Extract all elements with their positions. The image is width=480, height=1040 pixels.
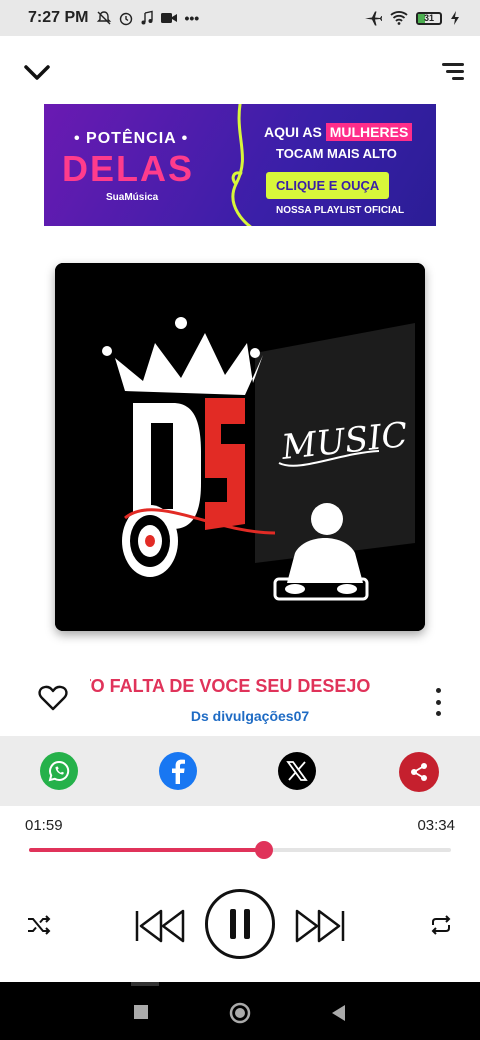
- logo-letter-s: [205, 398, 245, 530]
- wifi-icon: [390, 11, 408, 25]
- banner-delas: DELAS: [62, 148, 195, 189]
- back-button[interactable]: [330, 1004, 346, 1022]
- sort-lines-icon: [442, 62, 464, 66]
- more-vert-icon: [435, 688, 441, 693]
- promo-banner[interactable]: • POTÊNCIA • DELAS SuaMúsica AQUI AS MUL…: [44, 104, 436, 226]
- facebook-icon: [172, 759, 185, 784]
- airplane-icon: [365, 11, 382, 26]
- share-more-button[interactable]: [399, 752, 439, 792]
- more-options-button[interactable]: [428, 688, 448, 716]
- share-icon: [411, 763, 427, 781]
- status-notification-icons: •••: [96, 10, 199, 26]
- status-right: 31: [364, 10, 460, 26]
- status-bar: 7:27 PM ••• 31: [0, 0, 480, 36]
- nav-indicator: [131, 982, 159, 986]
- track-info: TO FALTA DE VOCE SEU DESEJO Ds divulgaçõ…: [0, 664, 480, 736]
- muted-notifications-icon: [97, 11, 112, 25]
- battery-icon: 31: [416, 11, 442, 25]
- track-artist-link[interactable]: Ds divulgações07: [90, 708, 410, 724]
- status-time: 7:27 PM: [28, 9, 89, 26]
- seek-bar-thumb[interactable]: [254, 841, 273, 859]
- pause-icon: [230, 909, 250, 939]
- album-artwork: MUSIC: [55, 263, 425, 631]
- seek-bar-progress: [29, 848, 264, 852]
- x-logo-icon: [286, 761, 308, 781]
- banner-headline: AQUI AS MULHERES: [264, 123, 413, 141]
- banner-headline-prefix: AQUI AS: [264, 124, 322, 140]
- share-x-button[interactable]: [278, 752, 316, 790]
- elapsed-time: 01:59: [25, 817, 63, 834]
- chevron-down-icon: [24, 65, 50, 80]
- music-note-icon: [141, 10, 154, 25]
- banner-cta-button[interactable]: CLIQUE E OUÇA: [266, 172, 390, 199]
- track-title-text: TO FALTA DE VOCE SEU DESEJO: [90, 676, 371, 696]
- alarm-icon: [120, 12, 133, 26]
- banner-brand: SuaMúsica: [106, 192, 159, 203]
- system-nav-bar: [0, 982, 480, 1040]
- queue-button[interactable]: [434, 56, 464, 86]
- previous-icon: [135, 909, 185, 943]
- album-artwork-image: MUSIC: [55, 263, 425, 631]
- video-icon: [161, 13, 178, 23]
- previous-button[interactable]: [132, 904, 188, 948]
- battery-percent: 31: [423, 13, 434, 23]
- banner-subheadline: TOCAM MAIS ALTO: [276, 146, 397, 161]
- next-button[interactable]: [292, 904, 348, 948]
- banner-headline-highlight: MULHERES: [325, 123, 413, 141]
- seek-bar[interactable]: [29, 841, 451, 859]
- track-title: TO FALTA DE VOCE SEU DESEJO: [90, 676, 410, 697]
- share-bar: [0, 736, 480, 806]
- whatsapp-icon: [48, 760, 70, 782]
- like-button[interactable]: [38, 684, 68, 714]
- more-dots-icon: •••: [184, 10, 200, 26]
- charging-icon: [451, 11, 459, 25]
- shuffle-icon: [28, 915, 51, 935]
- banner-footer: NOSSA PLAYLIST OFICIAL: [276, 205, 405, 216]
- play-pause-button[interactable]: [205, 889, 275, 959]
- shuffle-button[interactable]: [24, 910, 54, 940]
- repeat-icon: [431, 915, 451, 935]
- next-icon: [295, 909, 345, 943]
- total-duration: 03:34: [417, 817, 455, 834]
- repeat-button[interactable]: [426, 910, 456, 940]
- home-button[interactable]: [229, 1002, 251, 1024]
- banner-potencia: • POTÊNCIA •: [74, 130, 189, 147]
- player-header: [0, 36, 480, 100]
- share-whatsapp-button[interactable]: [40, 752, 78, 790]
- share-facebook-button[interactable]: [159, 752, 197, 790]
- collapse-player-button[interactable]: [20, 58, 54, 88]
- banner-decoration: [231, 104, 253, 226]
- heart-icon: [38, 685, 68, 711]
- status-left: 7:27 PM •••: [28, 9, 199, 27]
- recents-button[interactable]: [133, 1004, 149, 1020]
